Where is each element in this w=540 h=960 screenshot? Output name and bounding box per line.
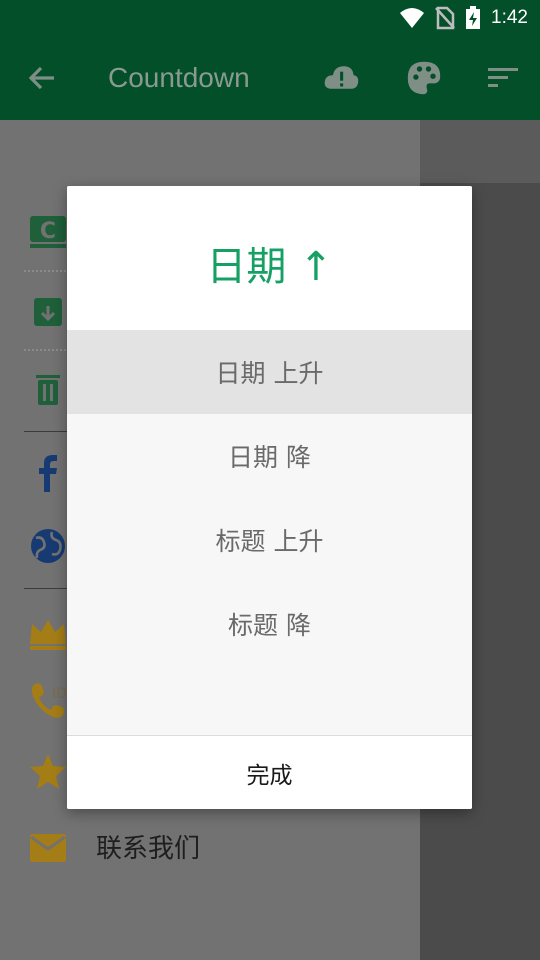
back-arrow-icon[interactable]	[24, 60, 60, 96]
sort-option-date-ascending[interactable]: 日期 上升	[67, 330, 472, 414]
cloud-alert-icon[interactable]	[323, 60, 359, 96]
drawer-partial-label: ID	[52, 686, 67, 702]
currency-icon[interactable]: C	[28, 212, 68, 252]
globe-icon[interactable]	[28, 526, 68, 566]
done-button[interactable]: 完成	[67, 735, 472, 809]
no-sim-icon	[435, 6, 455, 30]
facebook-icon[interactable]	[28, 452, 68, 492]
svg-text:C: C	[40, 219, 56, 244]
star-icon[interactable]	[28, 752, 68, 792]
crown-icon[interactable]	[28, 614, 68, 654]
sort-dialog: 日期 ↑ 日期 上升 日期 降 标题 上升 标题 降 完成	[67, 186, 472, 809]
sort-option-title-descending[interactable]: 标题 降	[67, 582, 472, 666]
wifi-icon	[400, 8, 425, 28]
status-bar: 1:42	[0, 0, 540, 36]
dialog-title: 日期 ↑	[206, 244, 333, 290]
drawer-divider	[24, 349, 70, 351]
drawer-divider	[24, 270, 70, 272]
battery-charging-icon	[466, 6, 481, 29]
app-title: Countdown	[108, 62, 250, 93]
app-bar: Countdown	[0, 36, 540, 120]
mail-icon[interactable]	[28, 828, 68, 868]
sort-option-date-descending[interactable]: 日期 降	[67, 414, 472, 498]
sort-option-title-ascending[interactable]: 标题 上升	[67, 498, 472, 582]
palette-icon[interactable]	[406, 60, 442, 96]
sort-icon[interactable]	[486, 60, 522, 96]
trash-icon[interactable]	[28, 370, 68, 410]
dialog-header: 日期 ↑	[67, 186, 472, 330]
contact-us-label[interactable]: 联系我们	[96, 828, 200, 865]
status-time: 1:42	[491, 7, 528, 28]
status-icons: 1:42	[399, 6, 528, 30]
archive-icon[interactable]	[28, 292, 68, 332]
